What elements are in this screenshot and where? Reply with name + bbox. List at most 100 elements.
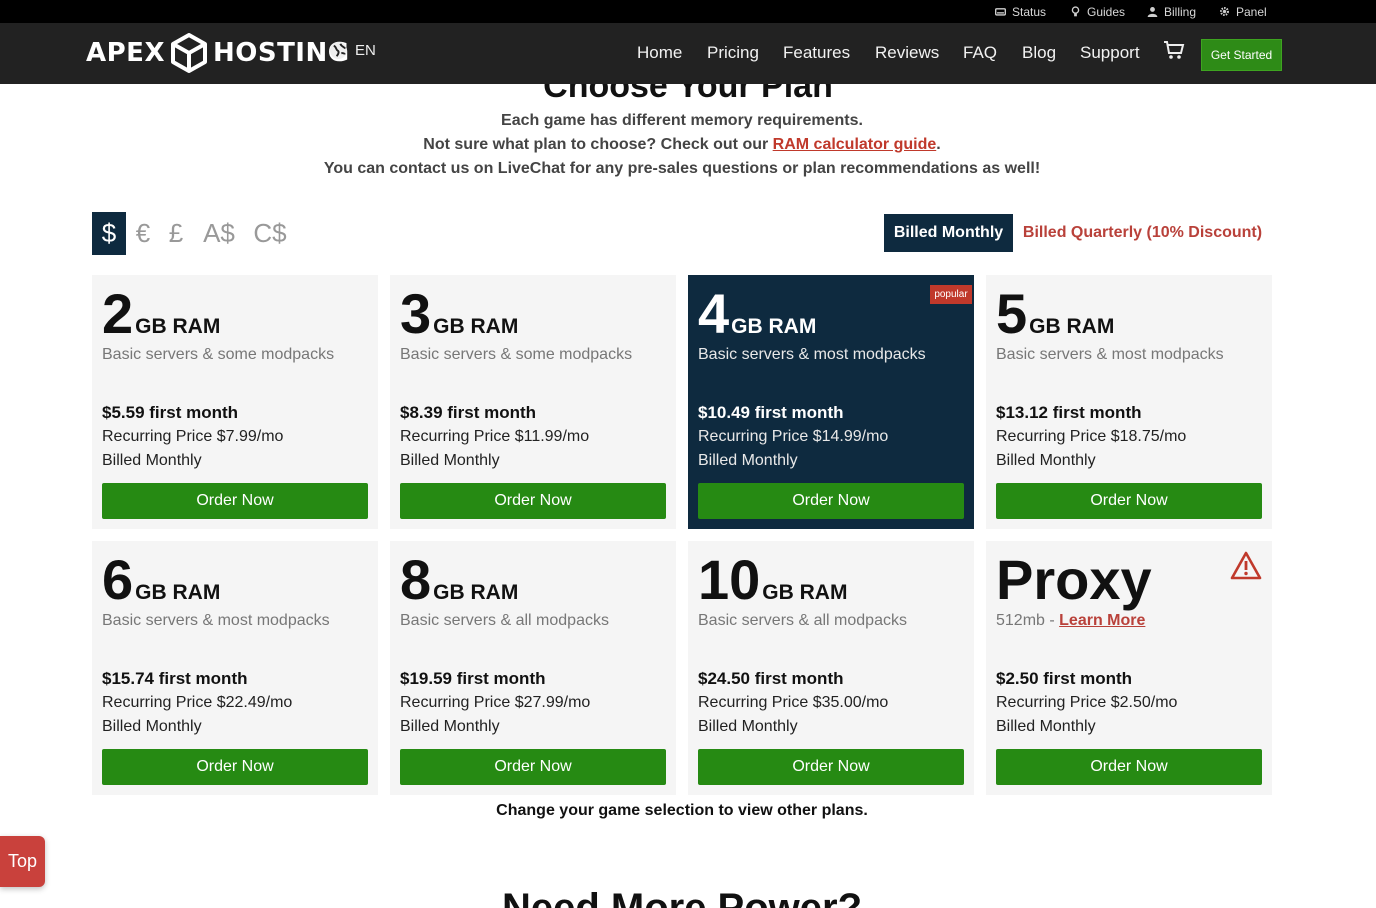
intro-line-3: You can contact us on LiveChat for any p…: [323, 160, 1041, 177]
warning-icon[interactable]: [1230, 551, 1262, 581]
plan-billing-cycle: Billed Monthly: [996, 718, 1096, 735]
status-icon: [995, 8, 1006, 16]
nav-blog[interactable]: Blog: [1022, 43, 1056, 63]
plan-ram-unit: GB RAM: [731, 315, 817, 338]
intro-line-1: Each game has different memory requireme…: [501, 112, 863, 129]
proxy-title: Proxy: [996, 548, 1152, 611]
plan-recurring-price: Recurring Price $27.99/mo: [400, 694, 591, 711]
status-label: Status: [1012, 4, 1047, 19]
billed-quarterly-toggle[interactable]: Billed Quarterly (10% Discount): [1013, 214, 1272, 252]
order-now-button[interactable]: Order Now: [698, 749, 964, 785]
cart-button[interactable]: [1163, 39, 1185, 66]
order-now-button[interactable]: Order Now: [698, 483, 964, 519]
plan-description: Basic servers & some modpacks: [102, 346, 335, 363]
nav-faq[interactable]: FAQ: [963, 43, 997, 63]
plan-card-8gb: 8GB RAM Basic servers & all modpacks $19…: [390, 541, 676, 795]
currency-cad[interactable]: C$: [249, 212, 291, 255]
billing-link[interactable]: Billing: [1147, 4, 1196, 19]
plan-card-3gb: 3GB RAM Basic servers & some modpacks $8…: [390, 275, 676, 529]
plan-billing-cycle: Billed Monthly: [996, 452, 1096, 469]
currency-eur[interactable]: €: [128, 212, 158, 255]
plan-ram-value: 8: [400, 548, 432, 611]
panel-link[interactable]: Panel: [1219, 4, 1267, 19]
plan-first-month-price: $8.39 first month: [400, 403, 537, 422]
plan-ram-unit: GB RAM: [433, 315, 519, 338]
order-now-button[interactable]: Order Now: [102, 483, 368, 519]
plan-ram-value: 4: [698, 282, 730, 345]
plan-billing-cycle: Billed Monthly: [698, 718, 798, 735]
plan-first-month-price: $19.59 first month: [400, 669, 546, 688]
plan-description: Basic servers & most modpacks: [698, 346, 926, 363]
plan-first-month-price: $2.50 first month: [996, 669, 1133, 688]
change-game-note: Change your game selection to view other…: [496, 802, 868, 819]
order-now-button[interactable]: Order Now: [102, 749, 368, 785]
intro-line-2: Not sure what plan to choose? Check out …: [0, 136, 1364, 154]
plan-recurring-price: Recurring Price $35.00/mo: [698, 694, 889, 711]
next-section-heading: Need More Power?: [501, 886, 863, 908]
plan-description: Basic servers & most modpacks: [102, 612, 330, 629]
plan-recurring-price: Recurring Price $18.75/mo: [996, 428, 1187, 445]
popular-badge: popular: [930, 285, 972, 304]
gear-icon: [1220, 7, 1229, 16]
plan-ram-unit: GB RAM: [762, 581, 848, 604]
plan-description: Basic servers & some modpacks: [400, 346, 633, 363]
plan-ram-unit: GB RAM: [1029, 315, 1115, 338]
guides-link[interactable]: Guides: [1070, 4, 1125, 19]
nav-support[interactable]: Support: [1080, 43, 1140, 63]
plan-recurring-price: Recurring Price $2.50/mo: [996, 694, 1178, 711]
plan-ram-value: 2: [102, 282, 134, 345]
plan-first-month-price: $5.59 first month: [102, 403, 239, 422]
order-now-button[interactable]: Order Now: [400, 749, 666, 785]
section-heading: Choose Your Plan: [543, 84, 833, 105]
main-navbar: APEX HOSTING EN Home Pricing Features Re…: [0, 23, 1376, 84]
plan-ram-value: 6: [102, 548, 134, 611]
plan-first-month-price: $15.74 first month: [102, 669, 248, 688]
language-label: EN: [355, 42, 376, 59]
ram-calculator-link[interactable]: RAM calculator guide: [773, 136, 937, 153]
currency-aud[interactable]: A$: [198, 212, 240, 255]
intro-line-2-suffix: .: [936, 136, 941, 153]
billed-monthly-toggle[interactable]: Billed Monthly: [884, 214, 1013, 252]
plan-ram-value: 10: [698, 548, 761, 611]
plan-billing-cycle: Billed Monthly: [102, 452, 202, 469]
plan-card-4gb: popular 4GB RAM Basic servers & most mod…: [688, 275, 974, 529]
next-section-heading-wrap: Need More Power?: [0, 880, 1364, 908]
nav-reviews[interactable]: Reviews: [875, 43, 939, 63]
plan-description: Basic servers & all modpacks: [698, 612, 907, 629]
language-selector[interactable]: EN: [329, 41, 376, 60]
plan-recurring-price: Recurring Price $22.49/mo: [102, 694, 293, 711]
order-now-button[interactable]: Order Now: [996, 483, 1262, 519]
panel-label: Panel: [1236, 4, 1267, 19]
plan-card-5gb: 5GB RAM Basic servers & most modpacks $1…: [986, 275, 1272, 529]
plan-recurring-price: Recurring Price $7.99/mo: [102, 428, 284, 445]
proxy-desc-prefix: 512mb -: [996, 612, 1060, 629]
plan-billing-cycle: Billed Monthly: [102, 718, 202, 735]
plan-billing-cycle: Billed Monthly: [698, 452, 798, 469]
billing-label: Billing: [1164, 4, 1197, 19]
learn-more-link[interactable]: Learn More: [1059, 612, 1145, 629]
intro-line-2-prefix: Not sure what plan to choose? Check out …: [423, 136, 773, 153]
globe-icon: [329, 41, 348, 60]
plan-description: Basic servers & all modpacks: [400, 612, 609, 629]
plan-recurring-price: Recurring Price $11.99/mo: [400, 428, 590, 445]
currency-gbp[interactable]: £: [161, 212, 191, 255]
order-now-button[interactable]: Order Now: [400, 483, 666, 519]
plan-card-proxy: Proxy 512mb - Learn More $2.50 first mon…: [986, 541, 1272, 795]
plan-ram-unit: GB RAM: [433, 581, 519, 604]
nav-features[interactable]: Features: [783, 43, 850, 63]
order-now-button[interactable]: Order Now: [996, 749, 1262, 785]
currency-usd[interactable]: $: [92, 212, 126, 255]
plan-billing-cycle: Billed Monthly: [400, 718, 500, 735]
get-started-button[interactable]: Get Started: [1201, 39, 1282, 71]
cart-icon: [1164, 41, 1185, 59]
plan-card-2gb: 2GB RAM Basic servers & some modpacks $5…: [92, 275, 378, 529]
nav-home[interactable]: Home: [637, 43, 682, 63]
lightbulb-icon: [1071, 6, 1080, 17]
guides-label: Guides: [1087, 4, 1126, 19]
plan-description: Basic servers & most modpacks: [996, 346, 1224, 363]
status-link[interactable]: Status: [995, 4, 1046, 19]
site-logo[interactable]: APEX HOSTING: [86, 31, 350, 75]
plan-first-month-price: $13.12 first month: [996, 403, 1142, 422]
plan-recurring-price: Recurring Price $14.99/mo: [698, 428, 889, 445]
nav-pricing[interactable]: Pricing: [707, 43, 759, 63]
